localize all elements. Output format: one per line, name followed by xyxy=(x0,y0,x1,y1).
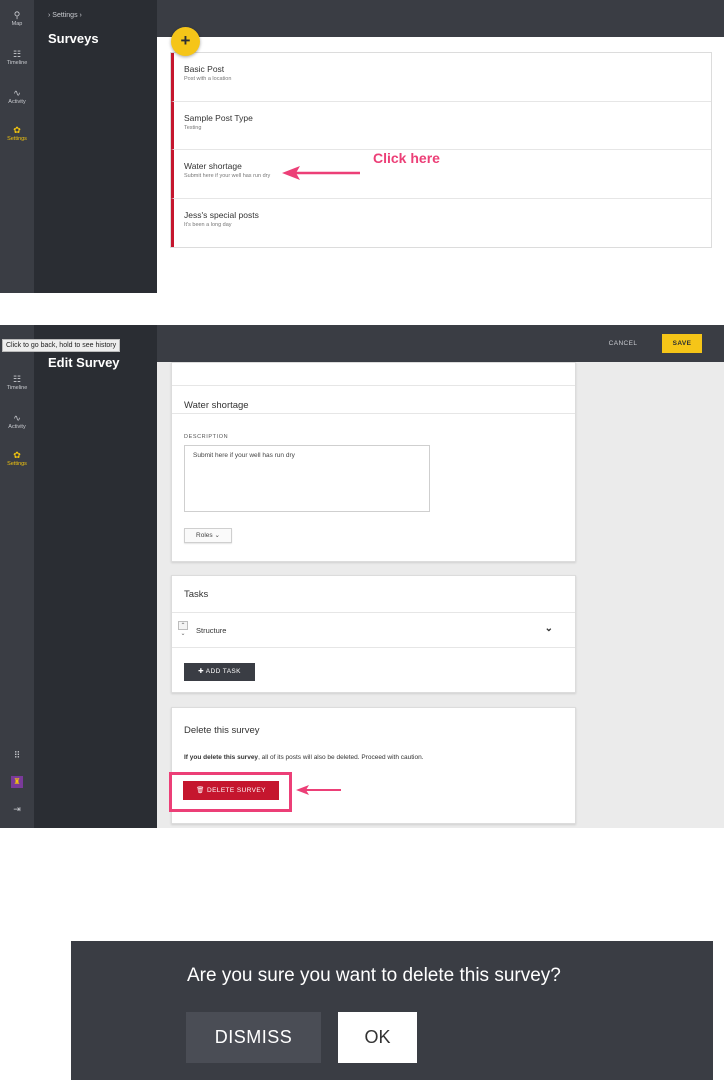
delete-survey-label: DELETE SURVEY xyxy=(206,787,266,794)
nav-activity-label: Activity xyxy=(8,424,26,430)
survey-subtitle: Testing xyxy=(184,124,202,131)
dialog-message: Are you sure you want to delete this sur… xyxy=(187,965,561,986)
confirm-delete-dialog: Are you sure you want to delete this sur… xyxy=(71,941,713,1080)
timeline-icon: ☷ xyxy=(12,374,22,384)
reorder-handle[interactable]: ⌃ ⌄ xyxy=(178,621,188,639)
survey-title: Water shortage xyxy=(184,161,242,171)
delete-title: Delete this survey xyxy=(184,725,260,736)
description-textarea[interactable]: Submit here if your well has run dry xyxy=(184,445,430,512)
survey-list-item[interactable]: Jess's special posts It's been a long da… xyxy=(171,198,711,247)
breadcrumb[interactable]: › Settings › xyxy=(48,12,82,19)
surveys-screen: ⚲ Map ☷ Timeline ∿ Activity ✿ Settings ›… xyxy=(0,0,724,293)
ok-button[interactable]: OK xyxy=(338,1012,417,1063)
survey-name-value: Water shortage xyxy=(184,400,249,411)
save-button[interactable]: SAVE xyxy=(662,334,702,353)
task-label: Structure xyxy=(196,626,227,635)
survey-details-card: Water shortage DESCRIPTION Submit here i… xyxy=(171,362,576,562)
edit-survey-screen: ☷ Timeline ∿ Activity ✿ Settings ⠿ ♜ ⇥ E… xyxy=(0,325,724,828)
survey-subtitle: Post with a location xyxy=(184,76,232,82)
nav-activity[interactable]: ∿ Activity xyxy=(0,413,34,431)
tasks-title: Tasks xyxy=(184,589,209,600)
plus-icon: ✚ xyxy=(198,668,206,675)
dismiss-button[interactable]: DISMISS xyxy=(186,1012,321,1063)
arrow-up-icon[interactable]: ⌃ xyxy=(178,621,188,630)
activity-icon: ∿ xyxy=(13,413,21,423)
delete-warning-bold: If you delete this survey xyxy=(184,754,259,761)
nav-timeline-label: Timeline xyxy=(6,60,28,66)
trash-icon: 🗑 xyxy=(196,787,207,794)
add-survey-button[interactable]: + xyxy=(171,27,200,56)
nav-settings[interactable]: ✿ Settings xyxy=(0,125,34,143)
add-task-button[interactable]: ✚ ADD TASK xyxy=(184,663,255,681)
description-label: DESCRIPTION xyxy=(184,434,229,440)
delete-survey-button[interactable]: 🗑 DELETE SURVEY xyxy=(183,781,279,800)
delete-warning-rest: , all of its posts will also be deleted.… xyxy=(258,754,424,761)
nav-activity-label: Activity xyxy=(8,99,26,105)
chevron-down-icon[interactable]: ⌄ xyxy=(545,623,553,634)
nav-settings[interactable]: ✿ Settings xyxy=(0,450,34,468)
grid-menu-button[interactable]: ⠿ xyxy=(0,750,34,761)
annotation-arrow-icon xyxy=(296,785,341,795)
nav-map-label: Map xyxy=(11,21,23,27)
tasks-card: Tasks ⌃ ⌄ Structure ⌄ ✚ ADD TASK xyxy=(171,575,576,693)
back-tooltip: Click to go back, hold to see history xyxy=(2,339,121,352)
add-task-label: ADD TASK xyxy=(205,668,241,675)
nav-timeline[interactable]: ☷ Timeline xyxy=(0,374,34,392)
grid-icon: ⠿ xyxy=(13,750,21,760)
nav-settings-label: Settings xyxy=(7,136,27,142)
gear-icon: ✿ xyxy=(13,125,21,135)
task-row[interactable]: ⌃ ⌄ Structure ⌄ xyxy=(172,612,575,648)
survey-subtitle: It's been a long day xyxy=(184,221,232,228)
gear-icon: ✿ xyxy=(13,450,21,460)
icon-nav-bar: ⚲ Map ☷ Timeline ∿ Activity ✿ Settings xyxy=(0,0,34,293)
roles-label: Roles xyxy=(196,532,213,539)
logout-icon: ⇥ xyxy=(13,804,21,814)
annotation-arrow-icon xyxy=(282,166,360,180)
page-title: Surveys xyxy=(48,31,99,46)
avatar-icon: ♜ xyxy=(11,776,23,788)
roles-dropdown[interactable]: Roles ⌄ xyxy=(184,528,232,543)
survey-list-item-water-shortage[interactable]: Water shortage Submit here if your well … xyxy=(171,150,711,199)
logout-button[interactable]: ⇥ xyxy=(0,804,34,815)
cancel-button[interactable]: CANCEL xyxy=(598,337,648,351)
nav-activity[interactable]: ∿ Activity xyxy=(0,88,34,106)
timeline-icon: ☷ xyxy=(12,49,22,59)
survey-title: Basic Post xyxy=(184,64,225,74)
survey-list-item[interactable]: Sample Post Type Testing xyxy=(171,101,711,150)
nav-settings-label: Settings xyxy=(7,461,27,467)
top-bar xyxy=(157,0,724,37)
survey-list-item[interactable]: Basic Post Post with a location xyxy=(171,53,711,102)
survey-subtitle: Submit here if your well has run dry xyxy=(184,173,271,179)
survey-list: Basic Post Post with a location Sample P… xyxy=(170,52,712,248)
survey-name-field[interactable]: Water shortage xyxy=(172,385,575,414)
icon-nav-bar: ☷ Timeline ∿ Activity ✿ Settings ⠿ ♜ ⇥ xyxy=(0,325,34,828)
nav-timeline-label: Timeline xyxy=(6,385,28,391)
nav-timeline[interactable]: ☷ Timeline xyxy=(0,49,34,67)
page-title: Edit Survey xyxy=(48,355,120,370)
settings-sidepane: › Settings › Surveys xyxy=(34,0,157,293)
arrow-down-icon[interactable]: ⌄ xyxy=(180,631,185,637)
map-pin-icon: ⚲ xyxy=(13,10,21,20)
activity-icon: ∿ xyxy=(13,88,21,98)
account-button[interactable]: ♜ xyxy=(0,776,34,789)
annotation-label: Click here xyxy=(373,150,440,166)
delete-warning: If you delete this survey, all of its po… xyxy=(184,754,424,762)
settings-sidepane: Edit Survey xyxy=(34,325,157,828)
chevron-down-icon: ⌄ xyxy=(214,532,220,539)
survey-title: Jess's special posts xyxy=(184,209,259,220)
nav-map[interactable]: ⚲ Map xyxy=(0,10,34,28)
top-bar: CANCEL SAVE xyxy=(157,325,724,362)
survey-title: Sample Post Type xyxy=(184,112,253,123)
